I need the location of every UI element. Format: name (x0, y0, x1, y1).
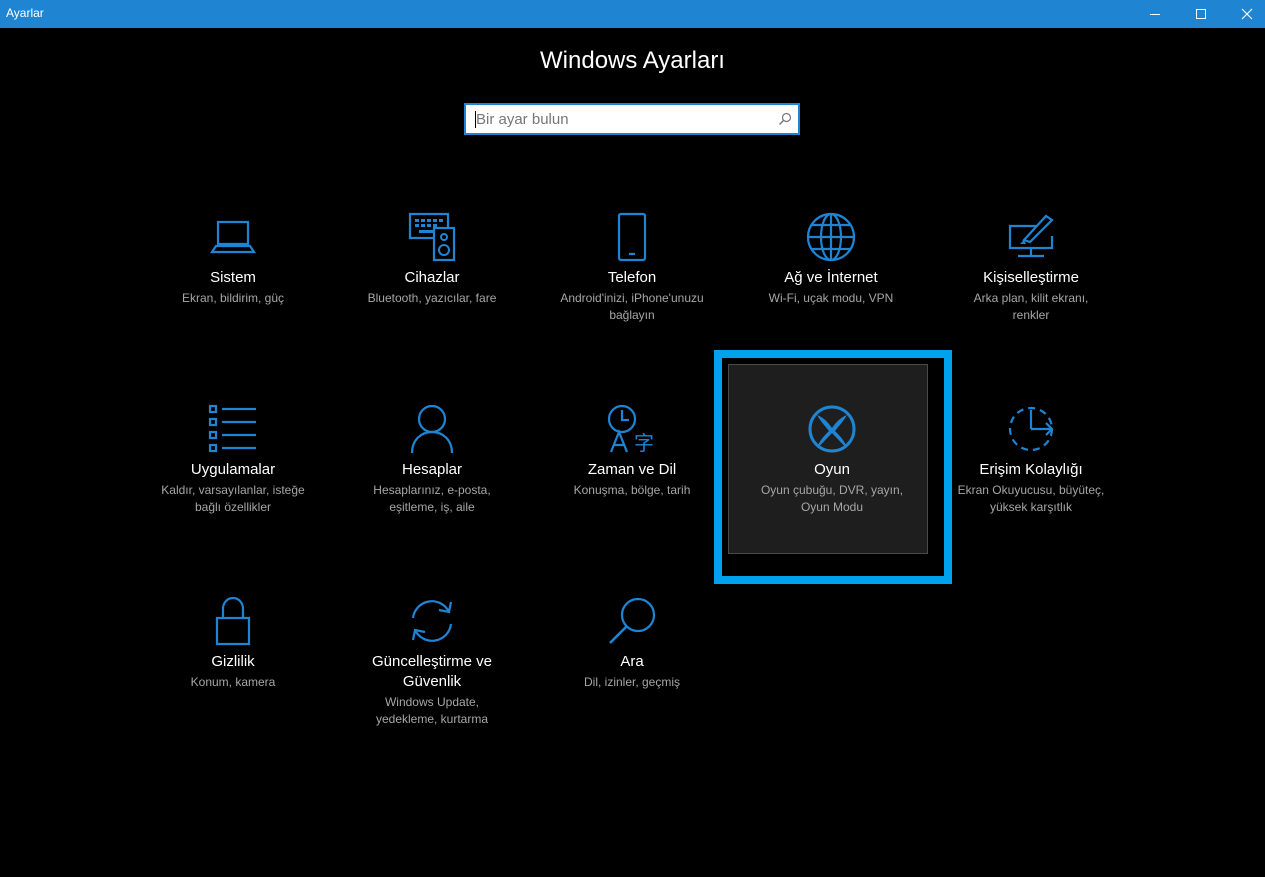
category-gizlilik[interactable]: Gizlilik Konum, kamera (133, 582, 333, 772)
category-description: Hesaplarınız, e-posta, (373, 483, 491, 497)
category-name: Zaman ve Dil (587, 461, 677, 478)
sync-icon (407, 596, 457, 646)
category-description: Oyun çubuğu, DVR, yayın, (760, 483, 904, 497)
category-telefon[interactable]: Telefon Android'inizi, iPhone'unuzu bağl… (532, 198, 732, 388)
minimize-button[interactable] (1132, 0, 1178, 28)
category-description: renkler (1012, 308, 1050, 322)
maximize-button[interactable] (1178, 0, 1224, 28)
category-description: Ekran, bildirim, güç (181, 291, 285, 305)
category-description: eşitleme, iş, aile (389, 500, 475, 514)
page-title: Windows Ayarları (540, 47, 725, 74)
category-name: Sistem (210, 269, 256, 286)
category-zaman-ve-dil[interactable]: 字 Zaman ve Dil Konuşma, bölge, tarih (532, 390, 732, 580)
category-description: Kaldır, varsayılanlar, isteğe (161, 483, 305, 497)
maximize-icon (1196, 9, 1206, 19)
category-name: Oyun (814, 461, 850, 478)
category-description: Bluetooth, yazıcılar, fare (367, 291, 497, 305)
title-bar: Ayarlar (0, 0, 1265, 28)
category-name: Erişim Kolaylığı (979, 461, 1083, 478)
apps-list-icon (208, 404, 258, 454)
category-name: Güncelleştirme ve (371, 653, 493, 670)
category-description: Ekran Okuyucusu, büyüteç, (957, 483, 1105, 497)
category-description: bağlı özellikler (194, 500, 272, 514)
globe-icon (806, 212, 856, 262)
category-name: Uygulamalar (190, 461, 276, 478)
category-description: Android'inizi, iPhone'unuzu (560, 291, 704, 305)
category-description: Konuşma, bölge, tarih (573, 483, 691, 497)
category-description: Konum, kamera (190, 675, 276, 689)
category-name: Ara (620, 653, 644, 670)
lock-icon (208, 596, 258, 646)
minimize-icon (1150, 14, 1160, 15)
category-name: Gizlilik (211, 653, 255, 670)
category-name: Cihazlar (404, 269, 460, 286)
text-caret (475, 111, 476, 128)
devices-icon (407, 212, 457, 262)
person-icon (407, 404, 457, 454)
category-description: yüksek karşıtlık (989, 500, 1073, 514)
category-description: bağlayın (609, 308, 655, 322)
category-sistem[interactable]: Sistem Ekran, bildirim, güç (133, 198, 333, 388)
category-guncellestirme-ve-guvenlik[interactable]: Güncelleştirme ve Güvenlik Windows Updat… (332, 582, 532, 772)
time-language-icon: 字 (607, 404, 657, 454)
ease-of-access-icon (1006, 404, 1056, 454)
search-icon[interactable] (778, 112, 792, 126)
category-description: yedekleme, kurtarma (375, 712, 489, 726)
category-name: Ağ ve İnternet (784, 269, 878, 286)
category-uygulamalar[interactable]: Uygulamalar Kaldır, varsayılanlar, isteğ… (133, 390, 333, 580)
category-cihazlar[interactable]: Cihazlar Bluetooth, yazıcılar, fare (332, 198, 532, 388)
category-name: Güvenlik (402, 673, 462, 690)
category-name: Kişiselleştirme (983, 269, 1079, 286)
category-ara[interactable]: Ara Dil, izinler, geçmiş (532, 582, 732, 772)
search-magnifier-icon (607, 596, 657, 646)
category-description: Wi-Fi, uçak modu, VPN (768, 291, 894, 305)
category-oyun[interactable]: Oyun Oyun çubuğu, DVR, yayın, Oyun Modu (714, 350, 952, 584)
paint-icon (1006, 212, 1056, 262)
close-icon (1241, 8, 1253, 20)
category-name: Telefon (607, 269, 657, 286)
category-name: Hesaplar (401, 461, 463, 478)
category-description: Oyun Modu (800, 500, 864, 514)
category-description: Arka plan, kilit ekranı, (973, 291, 1089, 305)
category-description: Windows Update, (384, 695, 480, 709)
close-button[interactable] (1224, 0, 1265, 28)
category-kisisellestirme[interactable]: Kişiselleştirme Arka plan, kilit ekranı,… (931, 198, 1131, 388)
search-input[interactable] (466, 105, 776, 133)
svg-text:字: 字 (634, 431, 654, 454)
category-hesaplar[interactable]: Hesaplar Hesaplarınız, e-posta, eşitleme… (332, 390, 532, 580)
search-box[interactable] (464, 103, 800, 135)
window-title: Ayarlar (6, 6, 44, 20)
category-erisim-kolayligi[interactable]: Erişim Kolaylığı Ekran Okuyucusu, büyüte… (931, 390, 1131, 580)
category-description: Dil, izinler, geçmiş (583, 675, 681, 689)
phone-icon (607, 212, 657, 262)
laptop-icon (208, 212, 258, 262)
xbox-icon (807, 404, 857, 454)
